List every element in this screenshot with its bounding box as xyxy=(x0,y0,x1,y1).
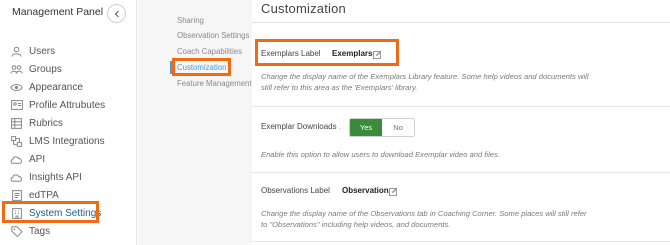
system-settings-highlight xyxy=(2,201,99,223)
observations-help-text: Change the display name of the Observati… xyxy=(261,209,587,229)
subnav-item-observation-settings[interactable]: Observation Settings xyxy=(177,31,249,40)
collapse-panel-button[interactable] xyxy=(107,4,126,23)
rubrics-grid-icon xyxy=(10,117,23,130)
subnav-item-sharing[interactable]: Sharing xyxy=(177,16,204,25)
customization-content: Customization Exemplars Label Exemplars … xyxy=(252,0,670,245)
toggle-yes-option[interactable]: Yes xyxy=(350,119,382,136)
observations-label-caption: Observations Label xyxy=(261,186,330,195)
downloads-help-text: Enable this option to allow users to dow… xyxy=(261,150,500,159)
nav-label: Users xyxy=(29,45,56,57)
profile-card-icon xyxy=(10,99,23,112)
nav-item-lms-integrations[interactable]: LMS Integrations xyxy=(0,132,137,150)
toggle-no-option[interactable]: No xyxy=(382,119,414,136)
nav-label: Groups xyxy=(29,63,62,75)
tag-icon xyxy=(10,225,23,238)
document-icon xyxy=(10,189,23,202)
settings-subnav: Sharing Observation Settings Coach Capab… xyxy=(138,0,252,245)
eye-icon xyxy=(10,81,23,94)
nav-item-api[interactable]: API xyxy=(0,150,137,168)
divider xyxy=(252,106,670,107)
observations-label-value: Observation xyxy=(342,186,389,195)
cloud-icon xyxy=(10,153,23,166)
customization-highlight xyxy=(172,58,231,76)
nav-label: Rubrics xyxy=(29,117,63,129)
page-title: Customization xyxy=(261,1,346,16)
nav-label: Tags xyxy=(29,225,51,237)
exemplar-downloads-label: Exemplar Downloads . xyxy=(261,122,342,131)
divider xyxy=(252,22,670,23)
panel-title: Management Panel xyxy=(12,6,104,18)
nav-label: LMS Integrations xyxy=(29,135,105,147)
nav-item-groups[interactable]: Groups xyxy=(0,60,137,78)
groups-icon xyxy=(10,63,23,76)
nav-label: API xyxy=(29,153,46,165)
exemplar-downloads-toggle[interactable]: Yes No xyxy=(349,118,415,137)
nav-label: Appearance xyxy=(29,81,83,93)
nav-item-tags[interactable]: Tags xyxy=(0,222,137,240)
nav-label: Insights API xyxy=(29,171,82,183)
user-icon xyxy=(10,45,23,58)
nav-item-insights-api[interactable]: Insights API xyxy=(0,168,137,186)
nav-item-profile-attributes[interactable]: Profile Attrubutes xyxy=(0,96,137,114)
nav-item-users[interactable]: Users xyxy=(0,42,137,60)
nav-label: Profile Attrubutes xyxy=(29,99,106,111)
integrations-icon xyxy=(10,135,23,148)
divider xyxy=(252,172,670,173)
nav-label: edTPA xyxy=(29,189,59,201)
subnav-item-coach-capabilities[interactable]: Coach Capabilities xyxy=(177,47,242,56)
nav-item-rubrics[interactable]: Rubrics xyxy=(0,114,137,132)
edit-icon[interactable] xyxy=(389,187,398,196)
cloud-icon xyxy=(10,171,23,184)
nav-item-appearance[interactable]: Appearance xyxy=(0,78,137,96)
exemplars-highlight xyxy=(255,39,399,66)
chevron-left-icon xyxy=(114,10,119,17)
exemplars-help-text: Change the display name of the Exemplars… xyxy=(261,72,589,92)
divider xyxy=(252,241,670,242)
subnav-item-feature-management[interactable]: Feature Management xyxy=(177,79,252,88)
